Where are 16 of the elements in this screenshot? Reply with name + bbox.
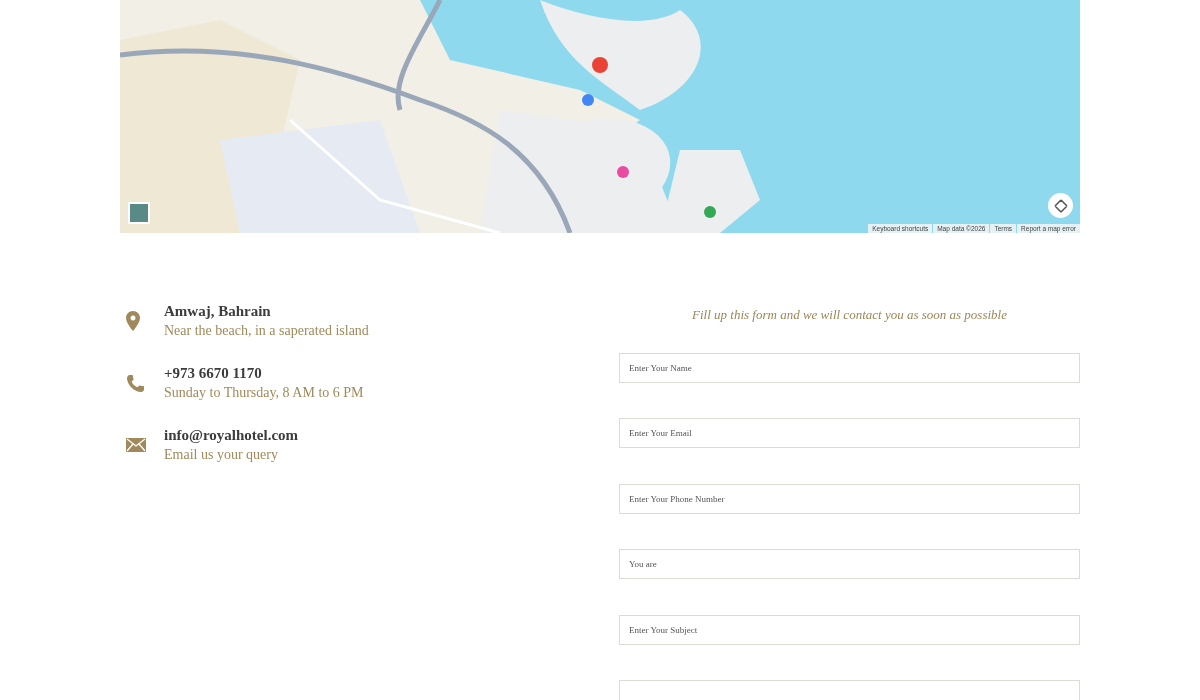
contact-title: info@royalhotel.com — [164, 426, 300, 445]
phone-icon — [126, 373, 145, 393]
contact-title: Amwaj, Bahrain — [164, 302, 272, 321]
input-field[interactable]: Enter Your Email — [619, 418, 1080, 448]
input-field[interactable]: You are — [619, 549, 1080, 579]
input-field[interactable]: Enter Your Name — [619, 352, 1080, 383]
arrows-icon — [1052, 197, 1069, 214]
location-pin-icon — [126, 311, 140, 331]
contact-title: +973 6670 1170 — [164, 364, 263, 383]
input-field[interactable]: Enter Your Phone Number — [619, 483, 1080, 514]
form-heading: Fill up this form and we will contact you as soon as possible — [691, 307, 1008, 323]
contact-detail: Near the beach, in a saperated island — [164, 322, 370, 340]
contact-detail: Sunday to Thursday, 8 AM to 6 PM — [164, 384, 365, 402]
contact-detail: Email us your query — [164, 446, 279, 464]
envelope-icon — [126, 438, 146, 452]
input-field[interactable]: Enter Your Subject — [619, 614, 1080, 645]
